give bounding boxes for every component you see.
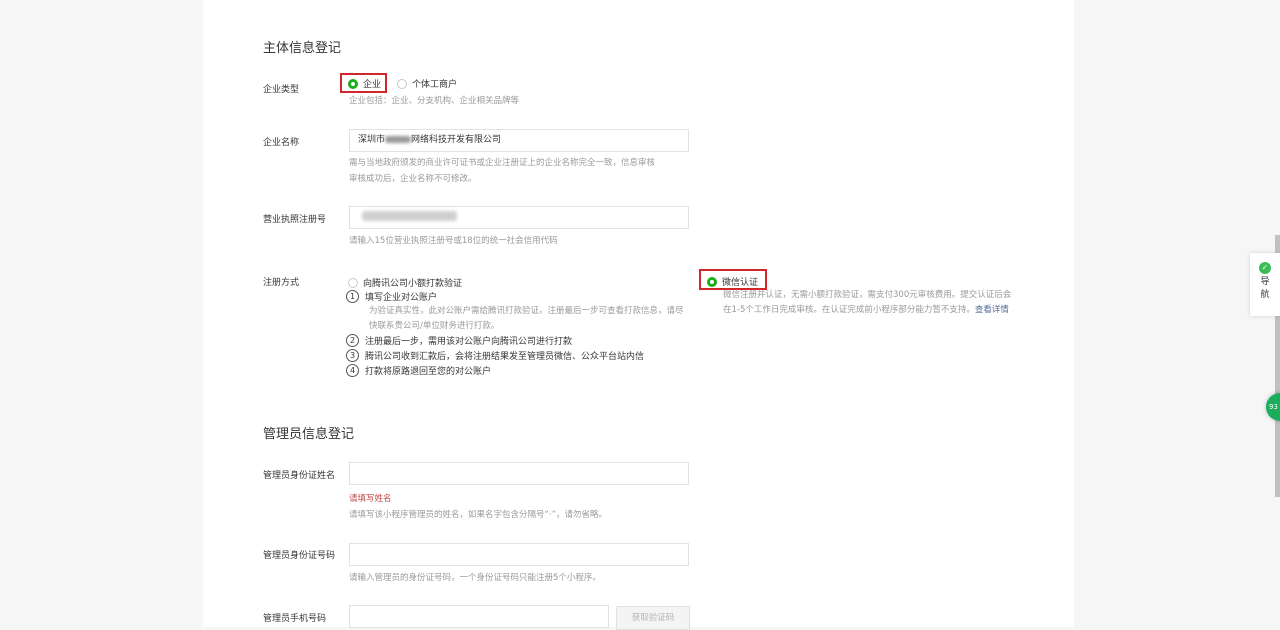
- admin-phone-input[interactable]: [349, 605, 609, 628]
- highlight-box-enterprise: [340, 73, 387, 93]
- admin-name-error: 请填写姓名: [349, 494, 392, 504]
- radio-bank-transfer[interactable]: 向腾讯公司小额打款验证: [348, 276, 462, 289]
- get-code-button[interactable]: 获取验证码: [616, 606, 690, 630]
- step-number: 4: [346, 364, 359, 377]
- step-4: 4 打款将原路退回至您的对公账户: [346, 364, 491, 377]
- enterprise-name-label: 企业名称: [263, 138, 300, 148]
- view-details-link[interactable]: 查看详情: [975, 305, 1009, 315]
- section-title-subject: 主体信息登记: [263, 41, 342, 56]
- section-title-admin: 管理员信息登记: [263, 427, 355, 442]
- enterprise-name-hint-1: 需与当地政府颁发的商业许可证书或企业注册证上的企业名称完全一致，信息审核: [349, 158, 656, 168]
- step-3: 3 腾讯公司收到汇款后，会将注册结果发至管理员微信、公众平台站内信: [346, 349, 644, 362]
- enterprise-name-input[interactable]: 深圳市 网络科技开发有限公司: [349, 129, 689, 152]
- admin-phone-label: 管理员手机号码: [263, 614, 327, 624]
- redacted-blur: [385, 136, 412, 143]
- enterprise-name-prefix: 深圳市: [358, 135, 386, 145]
- admin-id-hint: 请输入管理员的身份证号码，一个身份证号码只能注册5个小程序。: [349, 573, 601, 583]
- step-number: 2: [346, 334, 359, 347]
- enterprise-name-hint-2: 审核成功后，企业名称不可修改。: [349, 174, 477, 184]
- step-1-hint: 为验证真实性，此对公账户需给腾讯打款验证。注册最后一步可查看打款信息，请尽快联系…: [369, 306, 684, 331]
- radio-unchecked-icon: [397, 78, 407, 89]
- register-method-label: 注册方式: [263, 278, 300, 288]
- admin-name-input[interactable]: [349, 462, 689, 485]
- enterprise-type-hint: 企业包括：企业、分支机构、企业相关品牌等: [349, 96, 520, 106]
- admin-name-hint: 请填写该小程序管理员的姓名，如果名字包含分隔号“·”，请勿省略。: [349, 510, 608, 520]
- license-hint: 请输入15位营业执照注册号或18位的统一社会信用代码: [349, 236, 558, 246]
- enterprise-type-label: 企业类型: [263, 85, 300, 95]
- highlight-box-wechat: [699, 269, 767, 290]
- admin-name-label: 管理员身份证姓名: [263, 471, 336, 481]
- wechat-verify-desc-text: 微信注册并认证，无需小额打款验证，需支付300元审核费用。提交认证后会在1-5个…: [723, 290, 1012, 315]
- nav-label: 导航: [1260, 277, 1270, 300]
- wechat-verify-desc: 微信注册并认证，无需小额打款验证，需支付300元审核费用。提交认证后会在1-5个…: [723, 288, 1013, 318]
- float-badge[interactable]: 93: [1266, 393, 1280, 421]
- radio-individual-label: 个体工商户: [412, 80, 458, 90]
- step-1: 1 填写企业对公账户: [346, 290, 437, 303]
- nav-widget[interactable]: ✓ 导航: [1250, 253, 1280, 316]
- step-text: 注册最后一步，需用该对公账户向腾讯公司进行打款: [365, 337, 573, 347]
- radio-unchecked-icon: [348, 277, 358, 288]
- step-text: 填写企业对公账户: [365, 293, 438, 303]
- license-label: 营业执照注册号: [263, 215, 327, 225]
- radio-bank-transfer-label: 向腾讯公司小额打款验证: [363, 279, 463, 289]
- check-circle-icon: ✓: [1259, 262, 1271, 274]
- admin-id-input[interactable]: [349, 543, 689, 566]
- step-text: 打款将原路退回至您的对公账户: [365, 367, 492, 377]
- admin-id-label: 管理员身份证号码: [263, 551, 336, 561]
- redacted-blur: [362, 211, 457, 221]
- step-2: 2 注册最后一步，需用该对公账户向腾讯公司进行打款: [346, 334, 572, 347]
- enterprise-name-suffix: 网络科技开发有限公司: [411, 135, 502, 145]
- step-text: 腾讯公司收到汇款后，会将注册结果发至管理员微信、公众平台站内信: [365, 352, 645, 362]
- step-number: 1: [346, 290, 359, 303]
- step-number: 3: [346, 349, 359, 362]
- radio-individual[interactable]: 个体工商户: [397, 77, 457, 90]
